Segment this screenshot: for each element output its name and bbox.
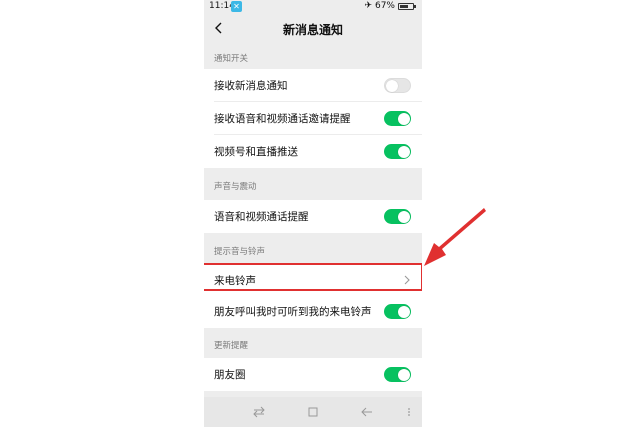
row-label: 来电铃声 — [214, 274, 256, 287]
battery-percent: 67% — [374, 1, 395, 11]
row-moments: 朋友圈 — [204, 358, 422, 391]
toggle-call-reminder[interactable] — [384, 209, 411, 224]
menu-dots-icon[interactable] — [402, 405, 416, 419]
row-call-reminder: 语音和视频通话提醒 — [204, 200, 422, 233]
row-label: 语音和视频通话提醒 — [214, 211, 309, 223]
toggle-moments[interactable] — [384, 367, 411, 382]
row-ringtone[interactable]: 来电铃声 — [204, 263, 422, 295]
red-pointer-arrow — [424, 208, 486, 266]
section-header-notification-switch: 通知开关 — [214, 54, 249, 64]
row-voice-video-invite-reminder: 接收语音和视频通话邀请提醒 — [204, 102, 422, 135]
back-nav-icon[interactable] — [360, 405, 374, 419]
system-nav-bar — [204, 397, 422, 427]
airplane-mode-icon: ✈ — [364, 1, 372, 11]
row-channels-live-push: 视频号和直播推送 — [204, 135, 422, 168]
toggle-channels-live-push[interactable] — [384, 144, 411, 159]
chevron-right-icon — [404, 275, 410, 285]
row-label: 接收新消息通知 — [214, 80, 288, 92]
battery-icon — [398, 2, 416, 10]
row-friends-hear-my-ringtone: 朋友呼叫我时可听到我的来电铃声 — [204, 295, 422, 328]
row-label: 视频号和直播推送 — [214, 146, 298, 158]
status-bar: 11:14 ✕ ✈ 67% — [204, 0, 422, 14]
switch-arrows-icon[interactable] — [252, 405, 266, 419]
row-label: 朋友圈 — [214, 369, 246, 381]
section-header-update-reminder: 更新提醒 — [214, 341, 249, 351]
toggle-friends-hear-my-ringtone[interactable] — [384, 304, 411, 319]
nav-bar: 新消息通知 — [204, 14, 422, 44]
row-label: 接收语音和视频通话邀请提醒 — [214, 113, 351, 125]
section-header-sound-vibration: 声音与震动 — [214, 182, 257, 192]
page-title: 新消息通知 — [282, 23, 343, 37]
section-header-tones-ringtones: 提示音与铃声 — [214, 247, 266, 257]
row-label: 朋友呼叫我时可听到我的来电铃声 — [214, 306, 372, 318]
row-receive-new-message-notification: 接收新消息通知 — [204, 69, 422, 102]
toggle-receive-new-message-notification[interactable] — [384, 78, 411, 93]
home-square-icon[interactable] — [306, 405, 320, 419]
app-notification-icon: ✕ — [231, 1, 242, 12]
phone-screen: 11:14 ✕ ✈ 67% 新消息通知 通知开关 接收新消息通知 接收语音和视频… — [204, 0, 422, 427]
toggle-voice-video-invite-reminder[interactable] — [384, 111, 411, 126]
